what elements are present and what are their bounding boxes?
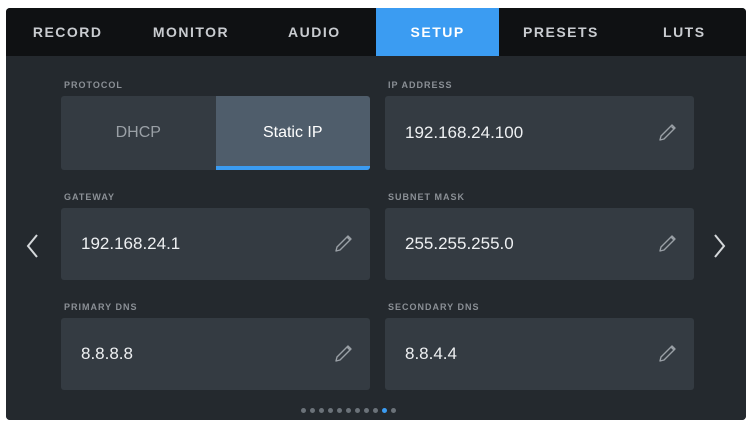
ip-address-label: IP ADDRESS: [388, 80, 453, 90]
page-dot: [391, 408, 396, 413]
secondary-dns-field[interactable]: 8.8.4.4: [385, 318, 694, 390]
gateway-value: 192.168.24.1: [81, 234, 181, 253]
tab-presets[interactable]: PRESETS: [499, 8, 622, 56]
page-dot: [301, 408, 306, 413]
primary-dns-field[interactable]: 8.8.8.8: [61, 318, 370, 390]
primary-dns-label: PRIMARY DNS: [64, 302, 138, 312]
secondary-dns-value: 8.8.4.4: [405, 344, 457, 363]
page-dot: [355, 408, 360, 413]
pencil-icon: [659, 235, 676, 252]
page-dot: [328, 408, 333, 413]
protocol-label: PROTOCOL: [64, 80, 123, 90]
pencil-icon: [335, 235, 352, 252]
page-dot: [310, 408, 315, 413]
tab-audio[interactable]: AUDIO: [253, 8, 376, 56]
subnet-mask-label: SUBNET MASK: [388, 192, 466, 202]
secondary-dns-label: SECONDARY DNS: [388, 302, 480, 312]
setup-content: PROTOCOL DHCP Static IP IP ADDRESS 192.1…: [6, 56, 746, 420]
tab-setup[interactable]: SETUP: [375, 8, 500, 56]
chevron-left-icon[interactable]: [22, 231, 44, 261]
ip-address-field[interactable]: 192.168.24.100: [385, 96, 694, 170]
subnet-mask-value: 255.255.255.0: [405, 234, 514, 253]
gateway-field[interactable]: 192.168.24.1: [61, 208, 370, 280]
tab-luts[interactable]: LUTS: [623, 8, 746, 56]
chevron-right-icon[interactable]: [708, 231, 730, 261]
pencil-icon: [659, 124, 676, 141]
subnet-mask-field[interactable]: 255.255.255.0: [385, 208, 694, 280]
page-dot: [364, 408, 369, 413]
gateway-label: GATEWAY: [64, 192, 116, 202]
tab-record[interactable]: RECORD: [6, 8, 129, 56]
page-dot: [319, 408, 324, 413]
page-dot: [382, 408, 387, 413]
page-dot: [337, 408, 342, 413]
protocol-option-dhcp[interactable]: DHCP: [61, 96, 216, 170]
ip-address-value: 192.168.24.100: [405, 123, 524, 142]
tab-bar: RECORD MONITOR AUDIO SETUP PRESETS LUTS: [6, 8, 746, 56]
protocol-option-static-ip[interactable]: Static IP: [215, 96, 370, 170]
camera-setup-screen: RECORD MONITOR AUDIO SETUP PRESETS LUTS …: [6, 8, 746, 420]
pencil-icon: [335, 345, 352, 362]
protocol-selector: DHCP Static IP: [61, 96, 370, 170]
page-dot: [373, 408, 378, 413]
page-indicator: [301, 408, 396, 413]
pencil-icon: [659, 345, 676, 362]
tab-monitor[interactable]: MONITOR: [129, 8, 252, 56]
primary-dns-value: 8.8.8.8: [81, 344, 133, 363]
page-dot: [346, 408, 351, 413]
